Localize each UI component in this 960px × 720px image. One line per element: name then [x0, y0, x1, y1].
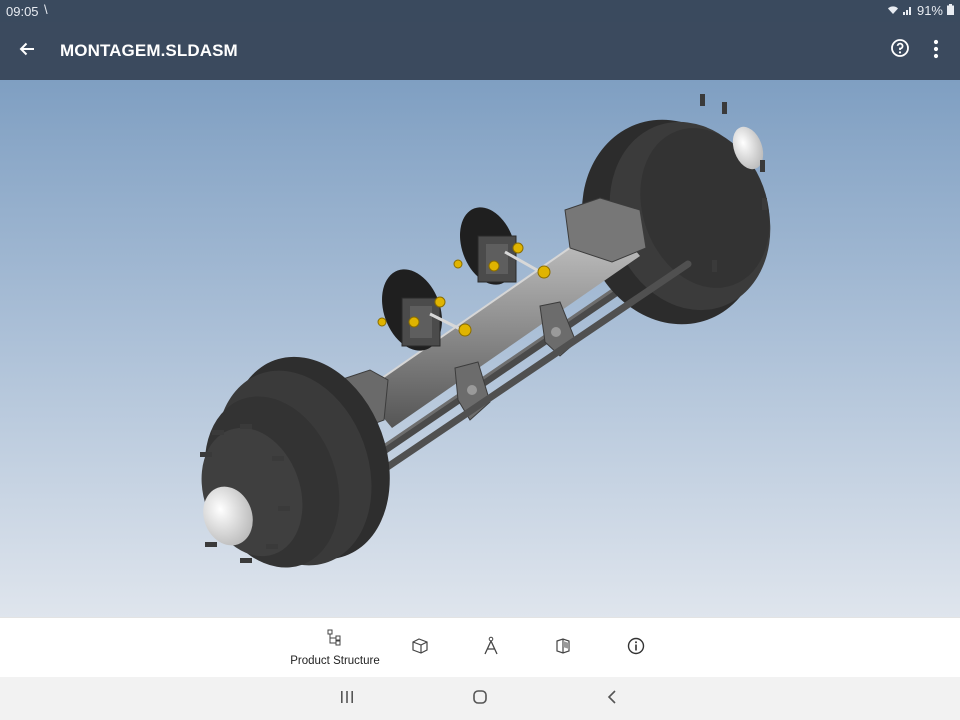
help-button[interactable] — [886, 36, 914, 64]
wifi-icon — [887, 3, 899, 18]
home-icon — [472, 689, 488, 710]
system-nav-bar — [0, 677, 960, 720]
left-brake-drum — [200, 356, 390, 568]
product-structure-icon — [327, 629, 343, 652]
section-view-icon — [553, 636, 573, 661]
brake-chamber-1 — [382, 269, 442, 351]
measure-button[interactable] — [473, 618, 509, 678]
bottom-toolbar: Product Structure — [0, 617, 960, 677]
back-arrow-icon — [18, 40, 36, 63]
status-indicators: 91% — [887, 3, 954, 18]
axle-assembly-model — [200, 94, 771, 568]
back-button[interactable] — [12, 36, 42, 66]
more-options-button[interactable] — [922, 36, 950, 66]
info-icon — [627, 637, 645, 660]
help-icon — [890, 38, 910, 63]
recent-apps-icon — [340, 690, 354, 709]
info-button[interactable] — [618, 618, 654, 678]
product-structure-button[interactable]: Product Structure — [290, 618, 380, 678]
more-vert-icon — [933, 39, 939, 64]
section-button[interactable] — [545, 618, 581, 678]
notification-icon: \ — [44, 2, 48, 17]
back-icon — [606, 689, 618, 710]
status-bar: 09:05 \ 91% — [0, 0, 960, 22]
battery-icon — [947, 3, 954, 18]
battery-level: 91% — [916, 3, 943, 18]
product-structure-label: Product Structure — [290, 655, 380, 667]
app-bar: MONTAGEM.SLDASM — [0, 22, 960, 80]
view-button[interactable] — [402, 618, 438, 678]
page-title: MONTAGEM.SLDASM — [60, 41, 238, 60]
status-time: 09:05 — [6, 4, 39, 19]
home-button[interactable] — [460, 685, 500, 713]
recent-apps-button[interactable] — [327, 685, 367, 713]
3d-viewport[interactable] — [0, 80, 960, 617]
view-cube-icon — [410, 636, 430, 661]
signal-icon — [902, 3, 913, 18]
nav-back-button[interactable] — [592, 685, 632, 713]
measure-compass-icon — [481, 636, 501, 661]
